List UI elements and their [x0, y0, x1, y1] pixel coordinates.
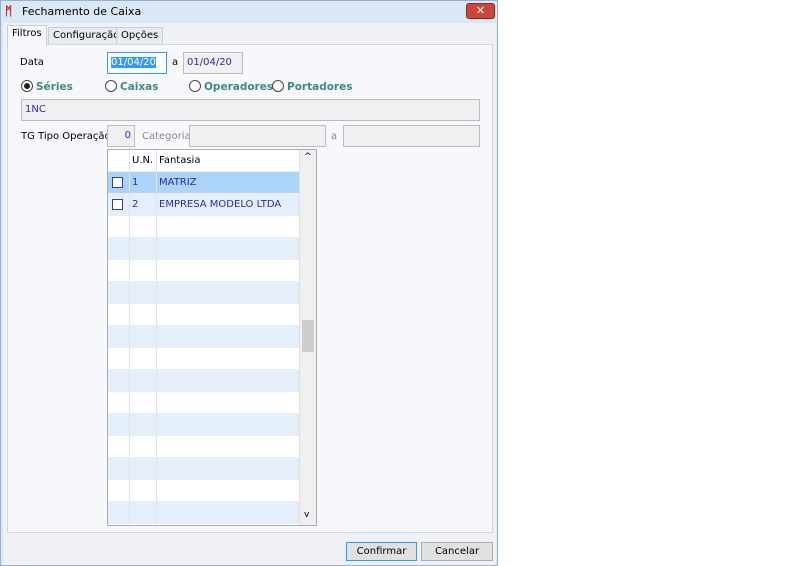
close-icon: ✕ [475, 4, 486, 17]
radio-portadores-label: Portadores [287, 81, 353, 93]
radio-caixas[interactable]: Caixas [105, 80, 159, 93]
radio-portadores[interactable]: Portadores [272, 80, 352, 93]
client-area: Filtros Configuração Opções Data 01/04/2… [3, 23, 496, 565]
radio-caixas-label: Caixas [120, 81, 159, 93]
empty-row [108, 370, 299, 392]
tab-filtros[interactable]: Filtros [7, 25, 47, 46]
radio-icon [105, 80, 117, 92]
empty-row [108, 260, 299, 282]
scroll-down-icon[interactable]: v [304, 510, 309, 520]
radio-operadores-label: Operadores [204, 81, 274, 93]
tab-configuracao[interactable]: Configuração [48, 27, 125, 45]
categoria-from-input[interactable] [189, 125, 326, 147]
empty-row [108, 392, 299, 414]
empty-row [108, 282, 299, 304]
empty-row [108, 436, 299, 458]
vertical-scrollbar[interactable]: ^ v [299, 150, 316, 525]
table-row[interactable]: 2 EMPRESA MODELO LTDA [108, 194, 299, 216]
confirm-button[interactable]: Confirmar [346, 542, 417, 561]
empty-row [108, 414, 299, 436]
grid-header: U.N. Fantasia [108, 150, 299, 172]
close-button[interactable]: ✕ [466, 3, 495, 19]
title-bar: ᛗ Fechamento de Caixa ✕ [1, 1, 497, 23]
tg-label: TG Tipo Operação [21, 131, 111, 142]
scrollbar-thumb[interactable] [302, 320, 314, 352]
cancel-button[interactable]: Cancelar [421, 542, 493, 561]
radio-operadores[interactable]: Operadores [189, 80, 273, 93]
tab-opcoes[interactable]: Opções [116, 27, 164, 45]
header-fantasia[interactable]: Fantasia [159, 155, 200, 166]
radio-icon [189, 80, 201, 92]
date-sep: a [172, 57, 179, 68]
radio-series[interactable]: Séries [21, 80, 73, 93]
row-checkbox[interactable] [112, 199, 123, 210]
radio-series-label: Séries [36, 81, 73, 93]
series-input[interactable]: 1NC [21, 99, 480, 121]
empty-row [108, 304, 299, 326]
categoria-label: Categoria [142, 131, 191, 142]
tg-input[interactable]: 0 [107, 125, 135, 147]
date-from-input[interactable]: 01/04/20 [107, 52, 167, 74]
empty-row [108, 238, 299, 260]
cell-un: 2 [132, 199, 139, 210]
categoria-to-input[interactable] [343, 125, 480, 147]
cell-fantasia: MATRIZ [159, 177, 197, 188]
empty-row [108, 216, 299, 238]
data-label: Data [20, 57, 44, 68]
empty-row [108, 348, 299, 370]
radio-icon [272, 80, 284, 92]
dialog-window: ᛗ Fechamento de Caixa ✕ Filtros Configur… [0, 0, 498, 566]
table-row[interactable]: 1 MATRIZ [108, 172, 299, 194]
empty-row [108, 326, 299, 348]
empty-row [108, 502, 299, 524]
date-from-value: 01/04/20 [111, 57, 156, 68]
cell-un: 1 [132, 177, 139, 188]
app-icon: ᛗ [5, 4, 13, 18]
radio-checked-icon [21, 80, 33, 92]
scroll-up-icon[interactable]: ^ [304, 152, 312, 162]
cell-fantasia: EMPRESA MODELO LTDA [159, 199, 282, 210]
row-checkbox[interactable] [112, 177, 123, 188]
categoria-sep: a [331, 131, 338, 142]
header-un[interactable]: U.N. [132, 155, 153, 166]
date-to-input[interactable]: 01/04/20 [183, 52, 243, 74]
empresas-grid: U.N. Fantasia 1 MATRIZ 2 EMPRESA MODELO … [107, 149, 317, 526]
empty-row [108, 480, 299, 502]
empty-row [108, 458, 299, 480]
window-title: Fechamento de Caixa [22, 5, 142, 18]
